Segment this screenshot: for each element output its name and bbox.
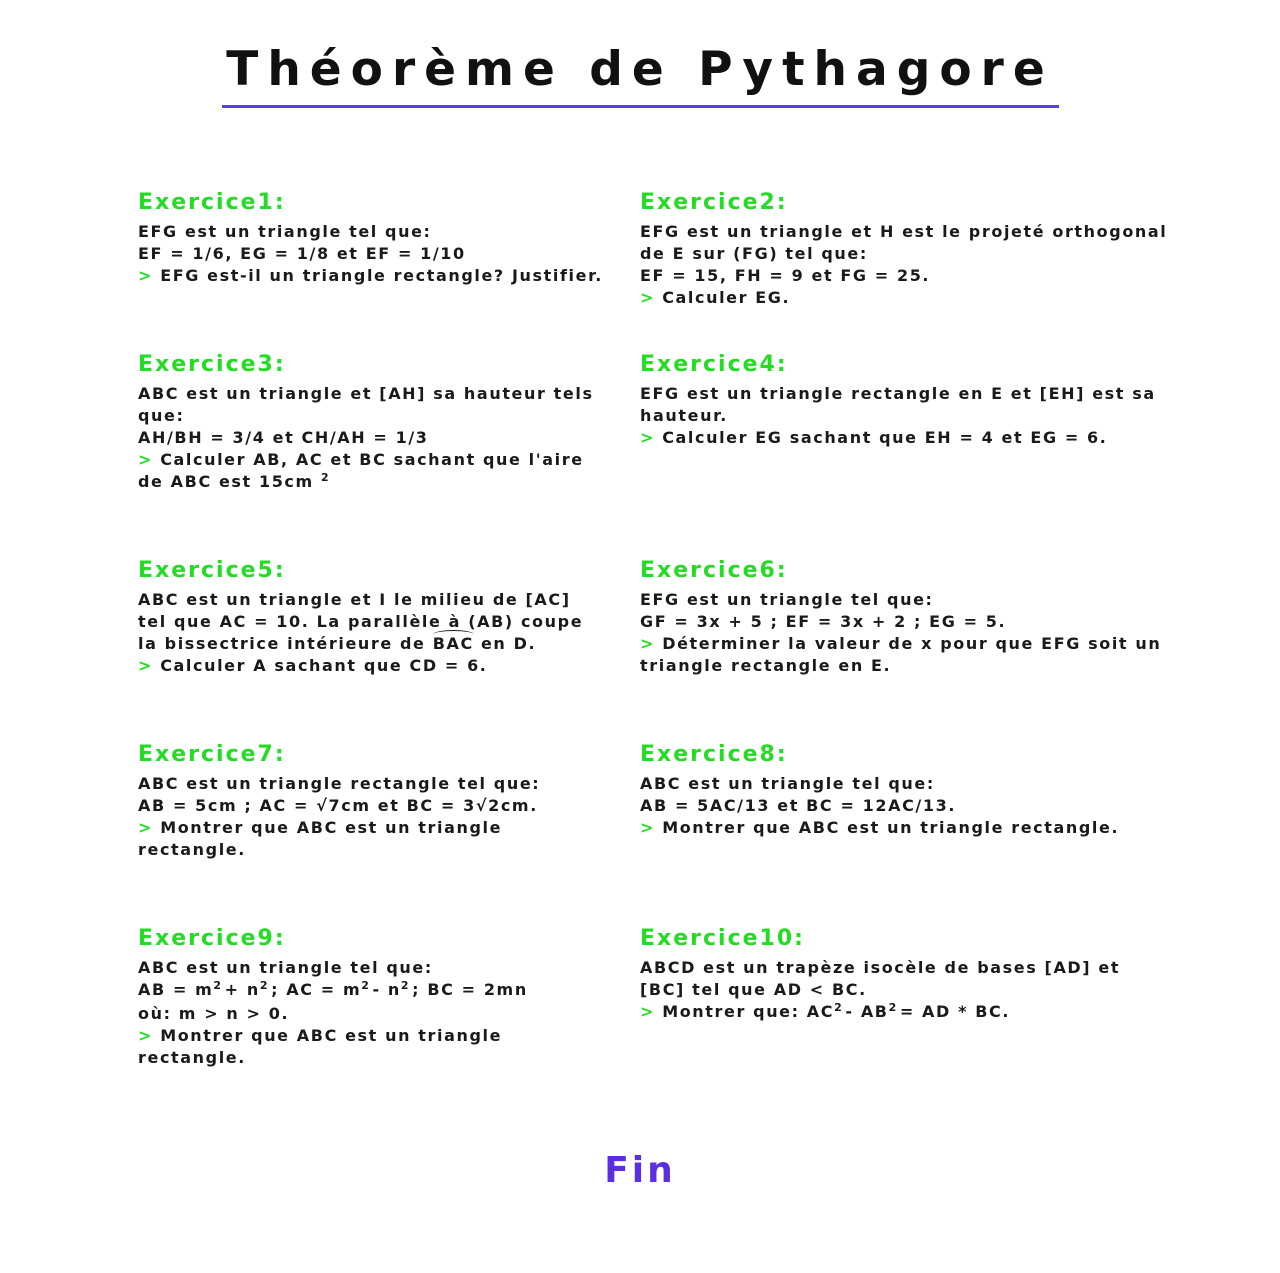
exercise-task-line: rectangle.: [138, 840, 246, 859]
exercise-text-line: ABC est un triangle tel que:: [138, 958, 433, 977]
exercise-title: Exercice2:: [640, 190, 788, 215]
exercise-task-line: rectangle.: [138, 1048, 246, 1067]
superscript: 2: [400, 979, 411, 992]
exercise-task-line: > Montrer que: AC2- AB2 = AD * BC.: [640, 1001, 1120, 1025]
exercise-2: Exercice2: EFG est un triangle et H est …: [640, 189, 1167, 309]
exercise-title: Exercice7:: [138, 742, 286, 767]
task-text: Calculer AB, AC et BC sachant que l'aire: [160, 450, 584, 469]
task-text: EFG est-il un triangle rectangle? Justif…: [160, 266, 603, 285]
footer-end-label: Fin: [604, 1150, 676, 1191]
exercise-text-line: EF = 15, FH = 9 et FG = 25.: [640, 266, 931, 285]
exercise-9: Exercice9: ABC est un triangle tel que: …: [138, 925, 528, 1069]
text-segment: - AB: [845, 1002, 889, 1021]
exercise-text-line: EFG est un triangle tel que:: [640, 590, 934, 609]
exercise-10: Exercice10: ABCD est un trapèze isocèle …: [640, 925, 1120, 1025]
bullet-marker: >: [640, 428, 656, 447]
task-text: de ABC est 15cm: [138, 472, 314, 491]
text-segment: + n: [224, 980, 260, 999]
exercise-task-line: > Calculer AB, AC et BC sachant que l'ai…: [138, 449, 594, 471]
exercise-title: Exercice5:: [138, 558, 286, 583]
text-segment: Montrer que: AC: [662, 1002, 835, 1021]
text-segment: en D.: [473, 634, 537, 653]
exercise-task-line: > Montrer que ABC est un triangle rectan…: [640, 817, 1119, 839]
exercise-text-line: AB = 5cm ; AC = √7cm et BC = 3√2cm.: [138, 796, 538, 815]
exercise-text-line: ABC est un triangle rectangle tel que:: [138, 774, 541, 793]
task-text: Calculer EG.: [662, 288, 791, 307]
exercise-title: Exercice10:: [640, 926, 805, 951]
exercise-text-line: EF = 1/6, EG = 1/8 et EF = 1/10: [138, 244, 466, 263]
exercise-task-line: triangle rectangle en E.: [640, 656, 892, 675]
text-segment: - n: [372, 980, 401, 999]
exercise-5: Exercice5: ABC est un triangle et I le m…: [138, 557, 583, 677]
task-text: Montrer que ABC est un triangle: [160, 1026, 503, 1045]
exercise-title: Exercice1:: [138, 190, 286, 215]
text-segment: ; AC = m: [271, 980, 362, 999]
bullet-marker: >: [640, 634, 656, 653]
exercise-text-line: AB = 5AC/13 et BC = 12AC/13.: [640, 796, 956, 815]
exercise-task-line: > Calculer A sachant que CD = 6.: [138, 655, 583, 677]
exercise-equation-line: AB = m2 + n2; AC = m2- n2; BC = 2mn: [138, 979, 528, 1003]
bullet-marker: >: [138, 1026, 154, 1045]
bullet-marker: >: [640, 288, 656, 307]
exercise-text-line: tel que AC = 10. La parallèle à (AB) cou…: [138, 612, 584, 631]
bullet-marker: >: [138, 656, 154, 675]
exercise-3: Exercice3: ABC est un triangle et [AH] s…: [138, 351, 594, 495]
exercise-text-line: ABC est un triangle tel que:: [640, 774, 935, 793]
task-text: Calculer A sachant que CD = 6.: [160, 656, 488, 675]
exercise-text-line: GF = 3x + 5 ; EF = 3x + 2 ; EG = 5.: [640, 612, 1007, 631]
task-text: Calculer EG sachant que EH = 4 et EG = 6…: [662, 428, 1108, 447]
superscript: 2: [888, 1001, 898, 1014]
superscript: 2: [259, 979, 270, 992]
exercise-1: Exercice1: EFG est un triangle tel que: …: [138, 189, 603, 287]
bullet-marker: >: [138, 818, 154, 837]
task-text: Montrer que ABC est un triangle: [160, 818, 503, 837]
exercise-text-line: hauteur.: [640, 406, 728, 425]
task-text: Montrer que ABC est un triangle rectangl…: [662, 818, 1120, 837]
exercise-task-line: > Calculer EG.: [640, 287, 1167, 309]
superscript: 2: [213, 979, 223, 992]
exercise-text-line: EFG est un triangle rectangle en E et [E…: [640, 384, 1156, 403]
exercise-4: Exercice4: EFG est un triangle rectangle…: [640, 351, 1156, 449]
exercise-title: Exercice8:: [640, 742, 788, 767]
exercise-title: Exercice6:: [640, 558, 788, 583]
exercise-title: Exercice9:: [138, 926, 286, 951]
exercise-text-line: ABCD est un trapèze isocèle de bases [AD…: [640, 958, 1121, 977]
superscript: 2: [320, 471, 331, 484]
page-title: Théorème de Pythagore: [226, 42, 1054, 97]
exercise-task-line: de ABC est 15cm 2: [138, 471, 594, 495]
exercise-text-line: EFG est un triangle tel que:: [138, 222, 432, 241]
exercise-task-line: > Montrer que ABC est un triangle: [138, 1025, 528, 1047]
exercise-text-line: ABC est un triangle et [AH] sa hauteur t…: [138, 384, 594, 403]
bullet-marker: >: [138, 266, 154, 285]
exercise-title: Exercice3:: [138, 352, 286, 377]
exercise-text-line: que:: [138, 406, 185, 425]
exercise-6: Exercice6: EFG est un triangle tel que: …: [640, 557, 1161, 677]
superscript: 2: [361, 979, 371, 992]
superscript: 2: [834, 1001, 844, 1014]
bullet-marker: >: [640, 818, 656, 837]
exercise-text-line: EFG est un triangle et H est le projeté …: [640, 222, 1168, 241]
exercise-text-line: la bissectrice intérieure de BAC en D.: [138, 630, 583, 655]
exercise-task-line: > Déterminer la valeur de x pour que EFG…: [640, 633, 1161, 655]
task-text: Déterminer la valeur de x pour que EFG s…: [662, 634, 1162, 653]
text-segment: ; BC = 2mn: [412, 980, 528, 999]
exercise-text-line: AH/BH = 3/4 et CH/AH = 1/3: [138, 428, 429, 447]
exercise-task-line: > Calculer EG sachant que EH = 4 et EG =…: [640, 427, 1156, 449]
bullet-marker: >: [640, 1002, 656, 1021]
text-segment: AB = m: [138, 980, 214, 999]
exercise-text-line: [BC] tel que AD < BC.: [640, 980, 867, 999]
text-segment: la bissectrice intérieure de: [138, 634, 433, 653]
exercise-8: Exercice8: ABC est un triangle tel que: …: [640, 741, 1119, 839]
exercise-task-line: > EFG est-il un triangle rectangle? Just…: [138, 265, 603, 287]
exercise-7: Exercice7: ABC est un triangle rectangle…: [138, 741, 540, 861]
exercise-text-line: ABC est un triangle et I le milieu de [A…: [138, 590, 571, 609]
exercise-task-line: > Montrer que ABC est un triangle: [138, 817, 540, 839]
angle-notation: BAC: [432, 630, 474, 653]
exercise-title: Exercice4:: [640, 352, 788, 377]
exercise-text-line: où: m > n > 0.: [138, 1004, 290, 1023]
text-segment: = AD * BC.: [899, 1002, 1011, 1021]
exercise-text-line: de E sur (FG) tel que:: [640, 244, 868, 263]
title-underline: [222, 105, 1059, 108]
bullet-marker: >: [138, 450, 154, 469]
